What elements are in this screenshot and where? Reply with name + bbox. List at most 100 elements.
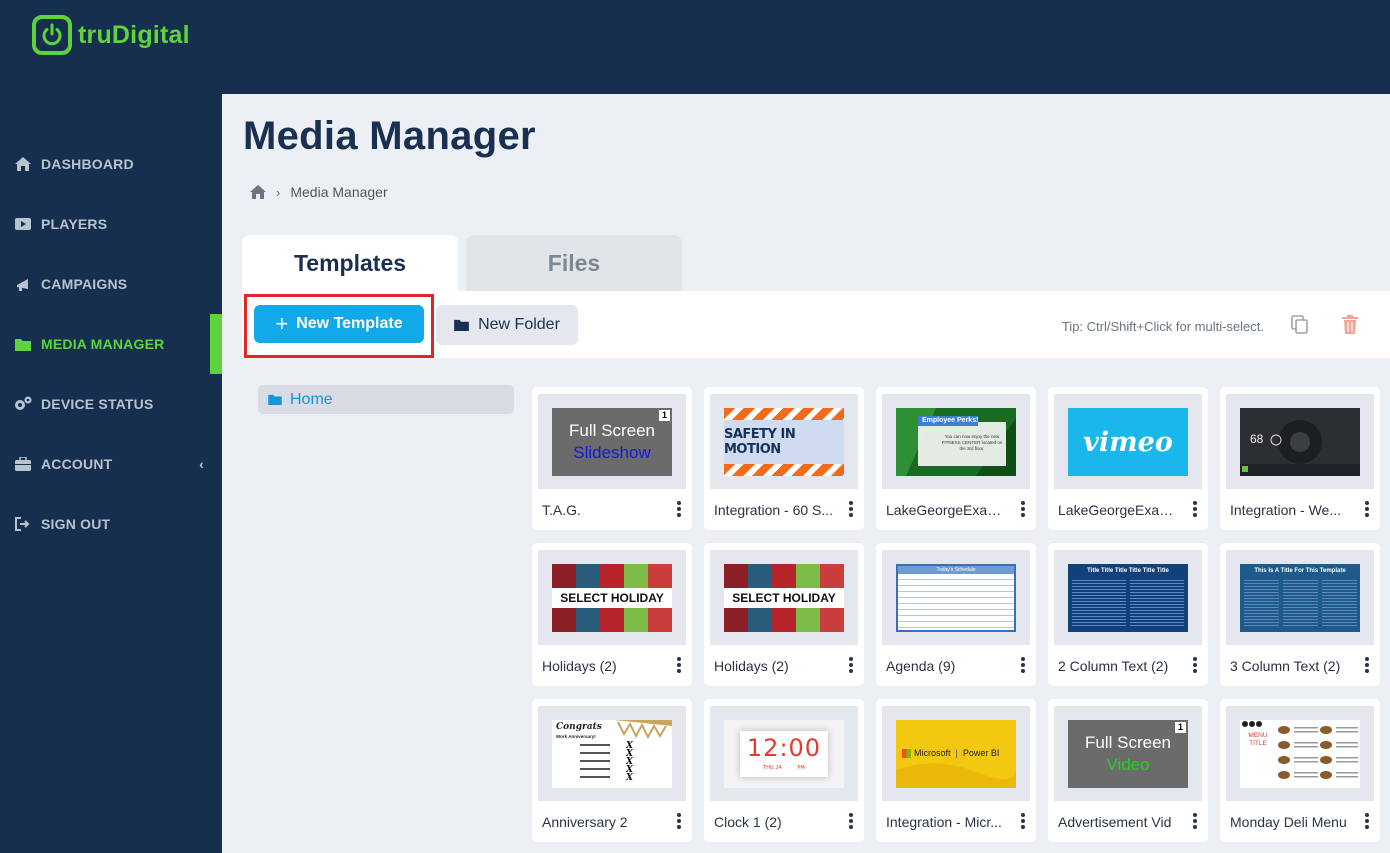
thumbnail: Title Title Title Title Title Title xyxy=(1054,550,1202,645)
template-card[interactable]: MENU TITLE Monday Deli Menu xyxy=(1220,699,1380,842)
more-options-icon[interactable] xyxy=(676,813,682,833)
home-icon xyxy=(14,155,32,173)
thumbnail-image: vimeo xyxy=(1068,408,1188,476)
thumbnail-image: SAFETY IN MOTION xyxy=(724,408,844,476)
thumbnail: Microsoft | Power BI xyxy=(882,706,1030,801)
template-card[interactable]: SELECT HOLIDAY Holidays (2) xyxy=(532,543,692,686)
template-card[interactable]: Employee Perks! You can now enjoy the ne… xyxy=(876,387,1036,530)
thumbnail: 1 Full Screen Video xyxy=(1054,706,1202,801)
briefcase-icon xyxy=(14,455,32,473)
top-bar: truDigital xyxy=(0,0,1390,94)
thumbnail-image: Today's Schedule xyxy=(896,564,1016,632)
thumb-text: Congrats xyxy=(556,722,602,732)
thumb-text: SELECT HOLIDAY xyxy=(724,588,844,608)
more-options-icon[interactable] xyxy=(676,657,682,677)
brand-name: truDigital xyxy=(78,20,190,49)
more-options-icon[interactable] xyxy=(848,657,854,677)
template-title: Clock 1 (2) xyxy=(714,814,782,830)
template-card[interactable]: vimeo LakeGeorgeExam... xyxy=(1048,387,1208,530)
sidebar-item-campaigns[interactable]: CAMPAIGNS xyxy=(0,254,222,314)
thumbnail: 1 Full Screen Slideshow xyxy=(538,394,686,489)
count-badge: 1 xyxy=(1175,722,1186,733)
more-options-icon[interactable] xyxy=(676,501,682,521)
template-card[interactable]: Title Title Title Title Title Title 2 Co… xyxy=(1048,543,1208,686)
template-title: Integration - We... xyxy=(1230,502,1342,518)
more-options-icon[interactable] xyxy=(848,813,854,833)
more-options-icon[interactable] xyxy=(1364,813,1370,833)
sidebar-item-dashboard[interactable]: DASHBOARD xyxy=(0,134,222,194)
sidebar-item-label: CAMPAIGNS xyxy=(41,276,128,292)
more-options-icon[interactable] xyxy=(1020,813,1026,833)
power-icon xyxy=(32,15,72,55)
new-folder-label: New Folder xyxy=(478,316,560,333)
sidebar-item-sign-out[interactable]: SIGN OUT xyxy=(0,494,222,554)
more-options-icon[interactable] xyxy=(1020,657,1026,677)
new-template-label: New Template xyxy=(296,315,403,332)
new-template-button[interactable]: + New Template xyxy=(254,305,424,343)
thumbnail: vimeo xyxy=(1054,394,1202,489)
thumb-text: SAFETY IN MOTION xyxy=(724,427,796,457)
breadcrumb: › Media Manager xyxy=(250,184,388,200)
plus-icon: + xyxy=(275,311,289,336)
thumb-text: This Is A Title For This Template xyxy=(1254,568,1346,574)
template-card[interactable]: SELECT HOLIDAY Holidays (2) xyxy=(704,543,864,686)
thumb-text: PM xyxy=(797,765,805,771)
more-options-icon[interactable] xyxy=(1192,501,1198,521)
thumb-text: SELECT HOLIDAY xyxy=(552,588,672,608)
play-icon xyxy=(14,215,32,233)
more-options-icon[interactable] xyxy=(848,501,854,521)
template-card[interactable]: SAFETY IN MOTION Integration - 60 S... xyxy=(704,387,864,530)
thumbnail-image: Title Title Title Title Title Title xyxy=(1068,564,1188,632)
tab-templates[interactable]: Templates xyxy=(242,235,458,292)
thumbnail-image: SELECT HOLIDAY xyxy=(552,564,672,632)
thumbnail-image: 1 Full Screen Slideshow xyxy=(552,408,672,476)
template-card[interactable]: XXXXX Congrats Work Anniversary! Anniver… xyxy=(532,699,692,842)
sidebar-item-device-status[interactable]: DEVICE STATUS xyxy=(0,374,222,434)
thumb-text: Microsoft xyxy=(914,748,951,758)
thumb-text: MENU TITLE xyxy=(1248,732,1268,747)
template-card[interactable]: Today's Schedule Agenda (9) xyxy=(876,543,1036,686)
template-card[interactable]: 68 Integration - We... xyxy=(1220,387,1380,530)
sidebar-item-account[interactable]: ACCOUNT ‹ xyxy=(0,434,222,494)
template-title: Holidays (2) xyxy=(714,658,789,674)
template-title: 2 Column Text (2) xyxy=(1058,658,1169,674)
thumb-text: Employee Perks! xyxy=(922,417,979,424)
more-options-icon[interactable] xyxy=(1192,813,1198,833)
trash-icon[interactable] xyxy=(1342,315,1358,338)
thumbnail-image: Microsoft | Power BI xyxy=(896,720,1016,788)
thumbnail-image: 68 xyxy=(1240,408,1360,476)
folder-icon xyxy=(454,319,469,331)
svg-text:X: X xyxy=(625,773,634,783)
vimeo-logo: vimeo xyxy=(1083,426,1173,458)
sidebar-item-players[interactable]: PLAYERS xyxy=(0,194,222,254)
home-icon[interactable] xyxy=(250,185,266,199)
template-card[interactable]: 1 Full Screen Video Advertisement Vid xyxy=(1048,699,1208,842)
sidebar-item-label: DEVICE STATUS xyxy=(41,396,154,412)
folder-icon xyxy=(268,394,282,405)
brand-logo[interactable]: truDigital xyxy=(32,15,190,55)
sidebar-item-media-manager[interactable]: MEDIA MANAGER xyxy=(0,314,222,374)
chevron-right-icon: › xyxy=(276,184,281,200)
folder-home[interactable]: Home xyxy=(258,385,514,414)
template-card[interactable]: 1 Full Screen Slideshow T.A.G. xyxy=(532,387,692,530)
sidebar: DASHBOARD PLAYERS CAMPAIGNS MEDIA MANAGE… xyxy=(0,94,222,853)
sidebar-item-label: PLAYERS xyxy=(41,216,108,232)
copy-icon[interactable] xyxy=(1291,315,1308,338)
template-title: Agenda (9) xyxy=(886,658,956,674)
more-options-icon[interactable] xyxy=(1192,657,1198,677)
new-folder-button[interactable]: New Folder xyxy=(436,305,578,345)
sidebar-item-label: SIGN OUT xyxy=(41,516,111,532)
page-title: Media Manager xyxy=(243,114,536,158)
tab-files[interactable]: Files xyxy=(466,235,682,291)
thumb-text: Today's Schedule xyxy=(898,566,1014,574)
more-options-icon[interactable] xyxy=(1364,501,1370,521)
more-options-icon[interactable] xyxy=(1364,657,1370,677)
sidebar-item-label: DASHBOARD xyxy=(41,156,134,172)
template-title: Holidays (2) xyxy=(542,658,617,674)
template-card[interactable]: 12:00 THU 24 PM Clock 1 (2) xyxy=(704,699,864,842)
more-options-icon[interactable] xyxy=(1020,501,1026,521)
template-card[interactable]: This Is A Title For This Template 3 Colu… xyxy=(1220,543,1380,686)
template-card[interactable]: Microsoft | Power BI Integration - Micr.… xyxy=(876,699,1036,842)
template-title: Anniversary 2 xyxy=(542,814,628,830)
thumb-text: Video xyxy=(1106,755,1150,774)
